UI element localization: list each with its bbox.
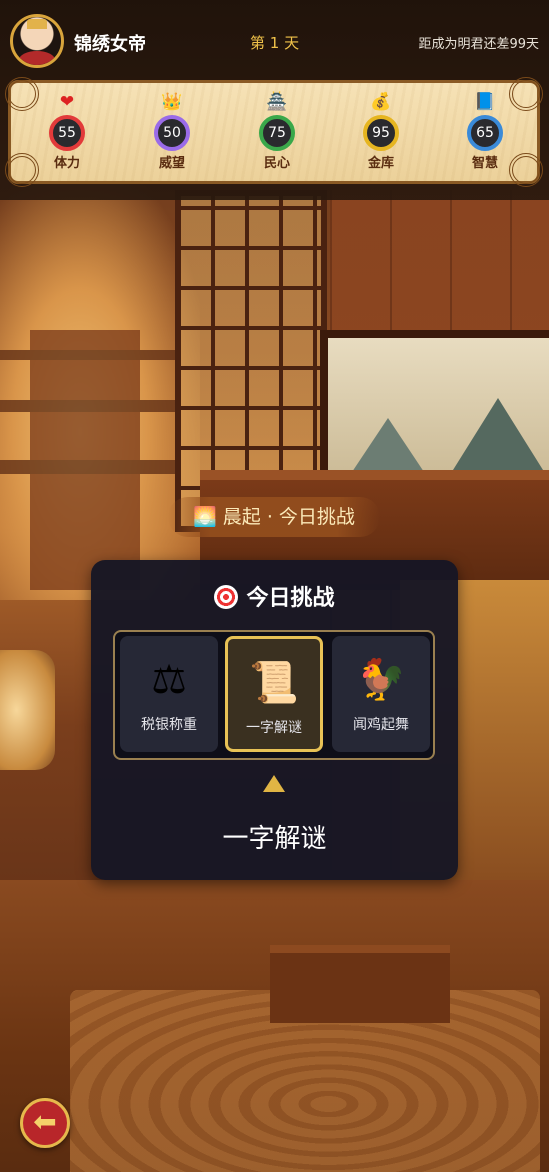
player-name: 锦绣女帝: [74, 34, 146, 55]
stat-label: 威望: [158, 156, 185, 171]
back-arrow-icon: ⬅: [33, 1105, 57, 1138]
avatar[interactable]: [10, 14, 64, 68]
riddle-scroll-icon: 📜: [249, 660, 299, 706]
rooster-icon: 🐓: [356, 657, 406, 703]
stat-value: 95: [363, 115, 399, 151]
option-label: 闻鸡起舞: [353, 717, 409, 733]
stat-value: 55: [49, 115, 85, 151]
challenge-card: 今日挑战 ⚖ 税银称重 📜 一字解谜 🐓 闻鸡起舞 一字解谜: [91, 560, 458, 880]
avatar-crown: [27, 19, 47, 29]
pagoda-silhouette: [0, 330, 175, 590]
panel-corner-ornament: [5, 77, 39, 111]
stat-value: 65: [467, 115, 503, 151]
stat-treasury: 💰 95 金库: [351, 91, 411, 171]
back-button[interactable]: ⬅: [20, 1098, 70, 1148]
stat-value: 75: [259, 115, 295, 151]
challenge-slot-machine: ⚖ 税银称重 📜 一字解谜 🐓 闻鸡起舞: [113, 630, 435, 760]
avatar-robe: [19, 51, 55, 65]
challenge-option-rooster[interactable]: 🐓 闻鸡起舞: [332, 636, 430, 752]
day-counter: 第 1 天: [250, 34, 300, 52]
panel-corner-ornament: [5, 153, 39, 187]
gold-ingot-icon: 💰: [370, 92, 392, 112]
footstool: [270, 945, 450, 1023]
stats-panel: ❤ 55 体力 👑 50 威望 🏯 75 民心 💰 95 金库 📘 65 智慧: [5, 77, 543, 187]
challenge-option-tax-weighing[interactable]: ⚖ 税银称重: [120, 636, 218, 752]
scroll-icon: 📘: [474, 92, 496, 112]
crown-icon: 👑: [161, 92, 183, 112]
stat-label: 民心: [263, 156, 290, 171]
card-title-text: 今日挑战: [246, 586, 335, 611]
card-title: 今日挑战: [91, 580, 458, 612]
stat-label: 金库: [367, 156, 394, 171]
top-bar: 锦绣女帝 第 1 天 距成为明君还差99天 ❤ 55 体力 👑 50 威望 🏯 …: [0, 0, 549, 200]
lantern: [0, 650, 55, 770]
stat-popularity: 🏯 75 民心: [247, 91, 307, 171]
goal-text: 距成为明君还差99天: [418, 37, 539, 52]
challenge-option-riddle[interactable]: 📜 一字解谜: [225, 636, 323, 752]
heart-icon: ❤: [59, 92, 75, 112]
stat-wisdom: 📘 65 智慧: [455, 91, 515, 171]
option-label: 税银称重: [141, 717, 197, 733]
morning-banner: 🌅 晨起 · 今日挑战: [168, 497, 380, 537]
selection-pointer-icon: [263, 775, 285, 792]
stat-prestige: 👑 50 威望: [142, 91, 202, 171]
stat-stamina: ❤ 55 体力: [37, 91, 97, 171]
stat-value: 50: [154, 115, 190, 151]
stat-label: 体力: [53, 156, 80, 171]
selected-challenge-name: 一字解谜: [222, 824, 327, 854]
option-label: 一字解谜: [246, 720, 302, 736]
palace-icon: 🏯: [266, 92, 288, 112]
scale-icon: ⚖: [151, 657, 187, 703]
target-icon: [214, 585, 239, 609]
stat-label: 智慧: [471, 156, 498, 171]
